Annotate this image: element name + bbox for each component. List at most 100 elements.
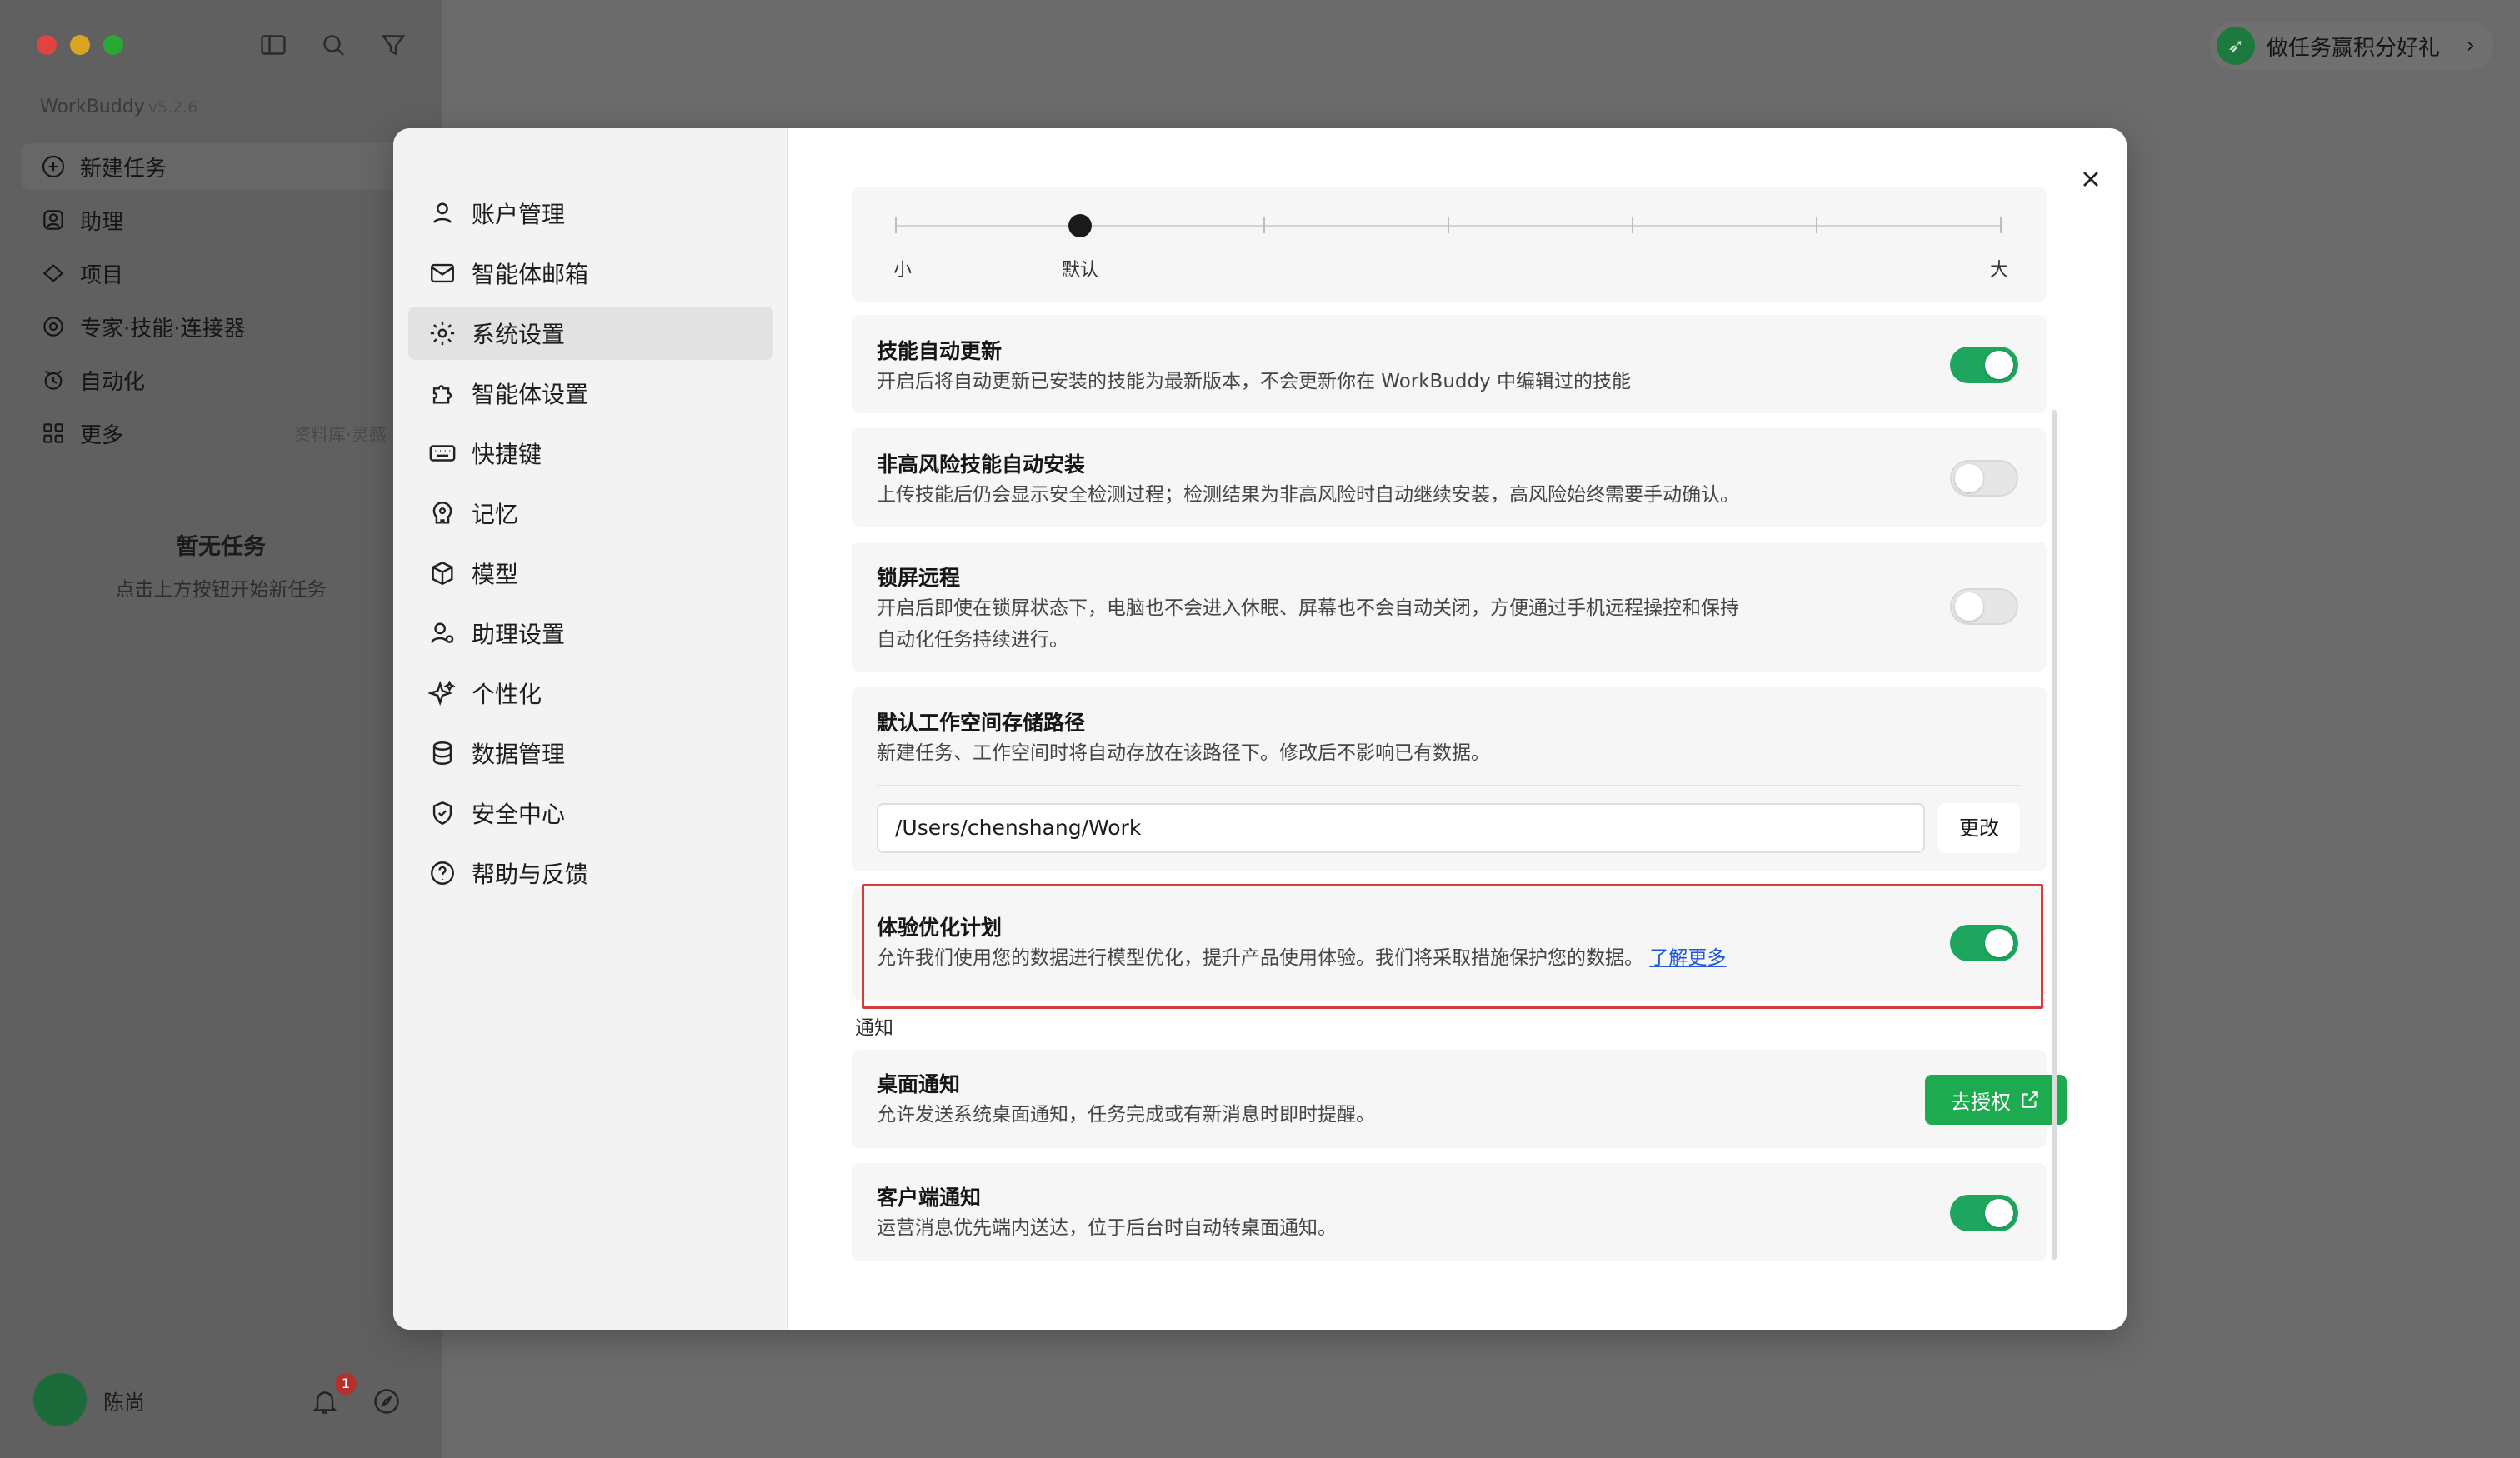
setting-description: 上传技能后仍会显示安全检测过程；检测结果为非高风险时自动继续安装，高风险始终需要… [877, 484, 1739, 506]
settings-modal: 账户管理 智能体邮箱 系统设置 智能体设置 快捷键 记忆 模型 助理设置 个性化… [393, 128, 2127, 1330]
settings-nav-mailbox[interactable]: 智能体邮箱 [408, 247, 773, 300]
settings-nav-label: 记忆 [472, 501, 519, 528]
user-icon [432, 202, 452, 223]
settings-nav-model[interactable]: 模型 [408, 547, 773, 600]
project-icon [42, 264, 64, 282]
settings-nav-security[interactable]: 安全中心 [408, 786, 773, 840]
settings-nav-personalize[interactable]: 个性化 [408, 667, 773, 720]
settings-nav-data[interactable]: 数据管理 [408, 727, 773, 780]
nav-label: 项目 [80, 262, 124, 288]
settings-nav-account[interactable]: 账户管理 [408, 187, 773, 240]
nav-label: 专家·技能·连接器 [80, 316, 246, 342]
highlight-box [862, 884, 2043, 1009]
settings-nav-label: 数据管理 [472, 741, 566, 768]
shield-icon [432, 801, 452, 826]
settings-nav-label: 模型 [472, 561, 519, 588]
setting-description: 开启后将自动更新已安装的技能为最新版本，不会更新你在 WorkBuddy 中编辑… [877, 371, 1632, 392]
settings-nav-memory[interactable]: 记忆 [408, 487, 773, 540]
change-path-button[interactable]: 更改 [1938, 803, 2020, 853]
slider-tick [895, 217, 897, 233]
avatar[interactable] [33, 1373, 87, 1426]
slider-tick [1263, 217, 1265, 233]
window-minimize-button[interactable] [70, 35, 90, 55]
nav-label: 新建任务 [80, 156, 168, 182]
app-brand: WorkBuddy v5.2.6 [40, 97, 198, 117]
nav-hint: 资料库·灵感 [293, 425, 387, 445]
nav-project[interactable]: 项目 [22, 250, 422, 297]
settings-nav-label: 帮助与反馈 [472, 861, 589, 888]
workspace-path-input[interactable]: /Users/chenshang/Work [877, 803, 1925, 853]
settings-nav-label: 账户管理 [472, 201, 566, 228]
slider-label-default: 默认 [1062, 260, 1099, 281]
sparkle-icon [428, 680, 456, 707]
sidebar-toggle-icon[interactable] [258, 30, 288, 60]
nav-automation[interactable]: 自动化 [22, 357, 422, 403]
settings-nav-label: 智能体设置 [472, 381, 589, 408]
desktop-notification-card: 桌面通知 允许发送系统桌面通知，任务完成或有新消息时即时提醒。 去授权 [852, 1050, 2067, 1148]
scrollbar[interactable] [2052, 410, 2057, 1260]
nav-new-task[interactable]: 新建任务 [22, 143, 422, 190]
close-icon [2083, 172, 2098, 187]
setting-description: 允许发送系统桌面通知，任务完成或有新消息时即时提醒。 [877, 1104, 1375, 1126]
client-notification-card: 客户端通知 运营消息优先端内送达，位于后台时自动转桌面通知。 [852, 1163, 2047, 1261]
filter-icon[interactable] [378, 30, 408, 60]
assistant-icon [43, 210, 63, 230]
close-button[interactable] [2070, 158, 2112, 200]
setting-description: 新建任务、工作空间时将自动存放在该路径下。修改后不影响已有数据。 [877, 742, 1490, 764]
setting-description-cont: 自动化任务持续进行。 [877, 629, 1068, 651]
skill-auto-update-card: 技能自动更新 开启后将自动更新已安装的技能为最新版本，不会更新你在 WorkBu… [852, 315, 2047, 413]
user-name: 陈尚 [103, 1391, 146, 1415]
slider-label-small: 小 [893, 260, 912, 281]
lock-screen-remote-card: 锁屏远程 开启后即使在锁屏状态下，电脑也不会进入休眠、屏幕也不会自动关闭，方便通… [852, 542, 2047, 672]
window-close-button[interactable] [37, 35, 57, 55]
cube-icon [432, 561, 453, 586]
app-version: v5.2.6 [148, 98, 198, 117]
nav-assistant[interactable]: 助理 [22, 197, 422, 243]
promo-label: 做任务赢积分好礼 [2267, 35, 2441, 61]
settings-nav-system[interactable]: 系统设置 [408, 307, 773, 360]
empty-state-subtitle: 点击上方按钮开始新任务 [115, 579, 327, 601]
divider [877, 785, 2020, 786]
search-icon[interactable] [318, 30, 348, 60]
chevron-right-icon: › [2466, 33, 2475, 58]
settings-nav-assistant[interactable]: 助理设置 [408, 607, 773, 660]
rocket-icon: ➶ [2217, 27, 2255, 65]
font-size-slider-handle[interactable] [1068, 214, 1092, 237]
workspace-path-card: 默认工作空间存储路径 新建任务、工作空间时将自动存放在该路径下。修改后不影响已有… [852, 687, 2047, 871]
settings-nav-label: 快捷键 [472, 441, 542, 468]
slider-label-large: 大 [1990, 260, 2009, 281]
skill-auto-update-toggle[interactable] [1950, 347, 2018, 383]
settings-nav-shortcuts[interactable]: 快捷键 [408, 427, 773, 480]
slider-tick [1632, 217, 1633, 233]
notifications-section-label: 通知 [855, 1017, 893, 1039]
settings-nav: 账户管理 智能体邮箱 系统设置 智能体设置 快捷键 记忆 模型 助理设置 个性化… [393, 128, 788, 1330]
nav-experts[interactable]: 专家·技能·连接器 [22, 303, 422, 350]
compass-icon[interactable] [372, 1386, 402, 1416]
setting-title: 桌面通知 [877, 1072, 961, 1096]
authorize-button[interactable]: 去授权 [1925, 1075, 2067, 1125]
bell-icon[interactable] [310, 1386, 340, 1416]
settings-nav-label: 系统设置 [472, 321, 566, 348]
client-notification-toggle[interactable] [1950, 1195, 2018, 1231]
promo-button[interactable]: ➶ 做任务赢积分好礼 › [2210, 22, 2493, 70]
setting-description: 开启后即使在锁屏状态下，电脑也不会进入休眠、屏幕也不会自动关闭，方便通过手机远程… [877, 597, 1739, 619]
auto-install-toggle[interactable] [1950, 460, 2018, 497]
setting-title: 客户端通知 [877, 1186, 982, 1210]
settings-nav-help[interactable]: 帮助与反馈 [408, 846, 773, 900]
auto-install-card: 非高风险技能自动安装 上传技能后仍会显示安全检测过程；检测结果为非高风险时自动继… [852, 428, 2047, 527]
setting-title: 非高风险技能自动安装 [877, 452, 1086, 477]
slider-tick [2000, 217, 2002, 233]
lock-screen-remote-toggle[interactable] [1950, 588, 2018, 625]
help-icon [431, 861, 454, 885]
database-icon [432, 741, 452, 765]
window-zoom-button[interactable] [103, 35, 123, 55]
memory-icon [432, 502, 452, 524]
settings-nav-agent[interactable]: 智能体设置 [408, 367, 773, 420]
nav-label: 助理 [80, 209, 124, 235]
font-size-slider-card: 小 默认 大 [852, 187, 2047, 302]
plus-circle-icon [42, 155, 65, 178]
more-icon [43, 423, 63, 443]
keyboard-icon [429, 445, 456, 462]
user-gear-icon [431, 622, 454, 643]
expert-icon [43, 317, 63, 337]
